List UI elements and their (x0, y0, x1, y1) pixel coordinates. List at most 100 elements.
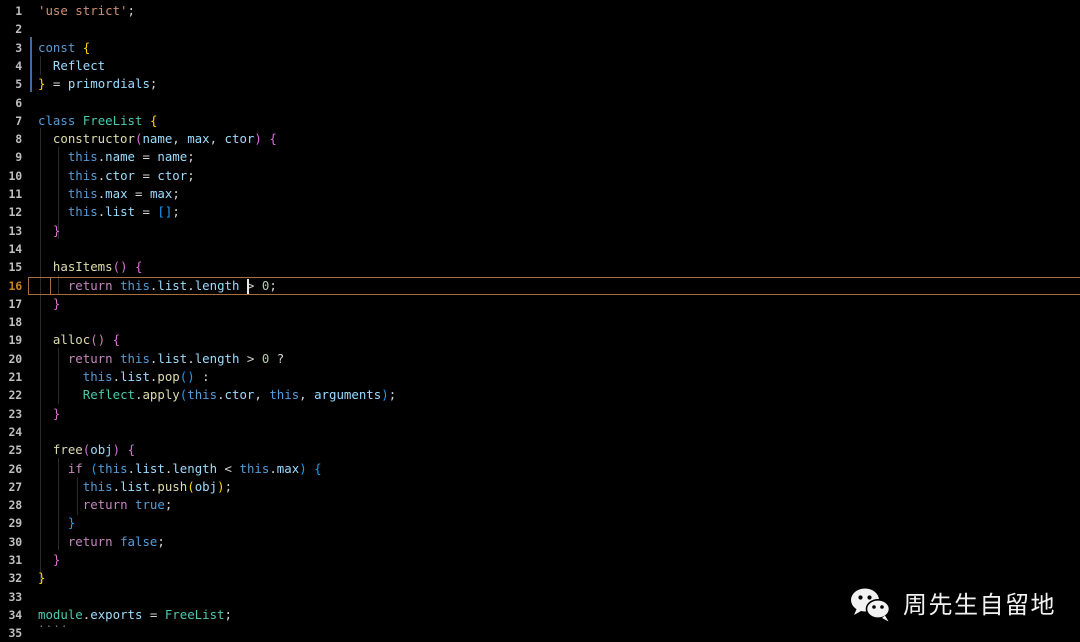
code-token: Reflect (52, 57, 106, 73)
code-token: this (67, 186, 98, 201)
code-token: { (127, 442, 136, 458)
line-number: 3 (15, 40, 22, 55)
line-number: 34 (8, 607, 23, 622)
code-token: this (120, 277, 150, 293)
code-line[interactable]: class FreeList { (28, 112, 1080, 130)
code-line[interactable] (28, 20, 1080, 38)
code-line-text: } (28, 295, 60, 313)
code-line-text: return false; (28, 533, 165, 551)
code-token: this (120, 350, 150, 366)
line-number: 12 (8, 205, 23, 220)
code-line[interactable]: this.name = name; (28, 148, 1080, 166)
code-token: this (239, 460, 270, 476)
code-token: push (157, 478, 188, 494)
code-line-text: } (28, 222, 60, 240)
code-token: [ (157, 204, 165, 220)
code-token: { (314, 460, 322, 476)
code-line-text: constructor(name, max, ctor) { (28, 130, 277, 148)
line-number-gutter[interactable]: 1 2 3 4 5 6 7 8 9 10 11 12 13 14 15 16 17 18 19 20 21 22 23 24 2… (0, 0, 28, 641)
code-line[interactable]: } (28, 551, 1080, 569)
code-token: name (105, 149, 135, 165)
line-number: 8 (15, 132, 22, 147)
code-line[interactable]: return this.list.length > 0; (28, 277, 1080, 295)
code-line[interactable] (28, 588, 1080, 606)
line-number: 28 (8, 498, 23, 513)
code-line-text: } (28, 514, 75, 532)
code-line[interactable]: } (28, 295, 1080, 313)
code-line[interactable]: Reflect.apply(this.ctor, this, arguments… (28, 386, 1080, 404)
code-line[interactable]: this.list = []; (28, 203, 1080, 221)
code-editor[interactable]: 1 2 3 4 5 6 7 8 9 10 11 12 13 14 15 16 17 18 19 20 21 22 23 24 2… (0, 0, 1080, 641)
code-line-text: this.ctor = ctor; (28, 167, 195, 185)
code-line[interactable]: return false; (28, 533, 1080, 551)
code-token: name (157, 149, 188, 165)
line-number: 4 (15, 58, 22, 73)
code-line[interactable]: this.max = max; (28, 185, 1080, 203)
code-token: ctor (105, 167, 135, 183)
code-token: . (127, 460, 136, 476)
code-token: list (157, 350, 188, 366)
code-token: max (187, 131, 210, 147)
code-line[interactable]: return true; (28, 496, 1080, 514)
code-line[interactable]: } (28, 569, 1080, 587)
code-line[interactable]: this.list.push(obj); (28, 478, 1080, 496)
code-token: length (194, 350, 240, 366)
code-token: ) (299, 460, 307, 476)
code-token: obj (194, 478, 218, 494)
code-token: list (120, 478, 150, 494)
code-token: name (142, 131, 173, 147)
code-line[interactable]: hasItems() { (28, 258, 1080, 276)
line-number: 5 (15, 77, 22, 92)
code-line[interactable]: } = primordials; (28, 75, 1080, 93)
code-token: list (157, 277, 188, 293)
code-token: ; (149, 76, 158, 92)
code-line-text: } = primordials; (28, 75, 157, 93)
code-line[interactable] (28, 423, 1080, 441)
line-number: 21 (8, 370, 23, 384)
code-line[interactable]: alloc() { (28, 331, 1080, 349)
code-token: hasItems (52, 259, 113, 275)
code-token: ) (187, 369, 195, 384)
code-line[interactable]: if (this.list.length < this.max) { (28, 460, 1080, 478)
code-line[interactable] (28, 624, 1080, 642)
code-line[interactable] (28, 313, 1080, 331)
code-line[interactable]: return this.list.length > 0 ? (28, 350, 1080, 368)
code-line[interactable]: } (28, 514, 1080, 532)
line-number: 11 (8, 187, 23, 201)
code-token: ( (187, 478, 195, 494)
line-number: 15 (8, 260, 23, 275)
code-line[interactable]: this.ctor = ctor; (28, 167, 1080, 185)
code-line-text: return this.list.length > 0; (28, 277, 277, 295)
code-line[interactable]: this.list.pop() : (28, 368, 1080, 386)
code-line[interactable]: } (28, 222, 1080, 240)
code-line-text: Reflect (28, 57, 105, 75)
code-content[interactable]: 'use strict'; const { Reflect } = primordi… (28, 0, 1080, 641)
code-token: ( (90, 332, 98, 348)
code-line[interactable]: free(obj) { (28, 441, 1080, 459)
code-token: if (67, 460, 83, 476)
code-line[interactable]: constructor(name, max, ctor) { (28, 130, 1080, 148)
line-number: 26 (8, 461, 23, 476)
code-token: = (135, 167, 158, 183)
code-token: ; (224, 606, 232, 622)
code-token: true (135, 497, 165, 513)
code-line[interactable]: 'use strict'; (28, 2, 1080, 20)
code-line[interactable] (28, 94, 1080, 112)
code-line[interactable]: module.exports = FreeList; (28, 606, 1080, 624)
line-number: 33 (8, 589, 23, 604)
code-line[interactable]: } (28, 405, 1080, 423)
code-token: ; (187, 167, 195, 183)
code-line[interactable]: Reflect (28, 57, 1080, 75)
line-number: 22 (8, 388, 23, 403)
line-number: 10 (8, 168, 23, 183)
code-line[interactable] (28, 240, 1080, 258)
line-number: 7 (15, 113, 22, 128)
code-line[interactable]: const { (28, 39, 1080, 57)
